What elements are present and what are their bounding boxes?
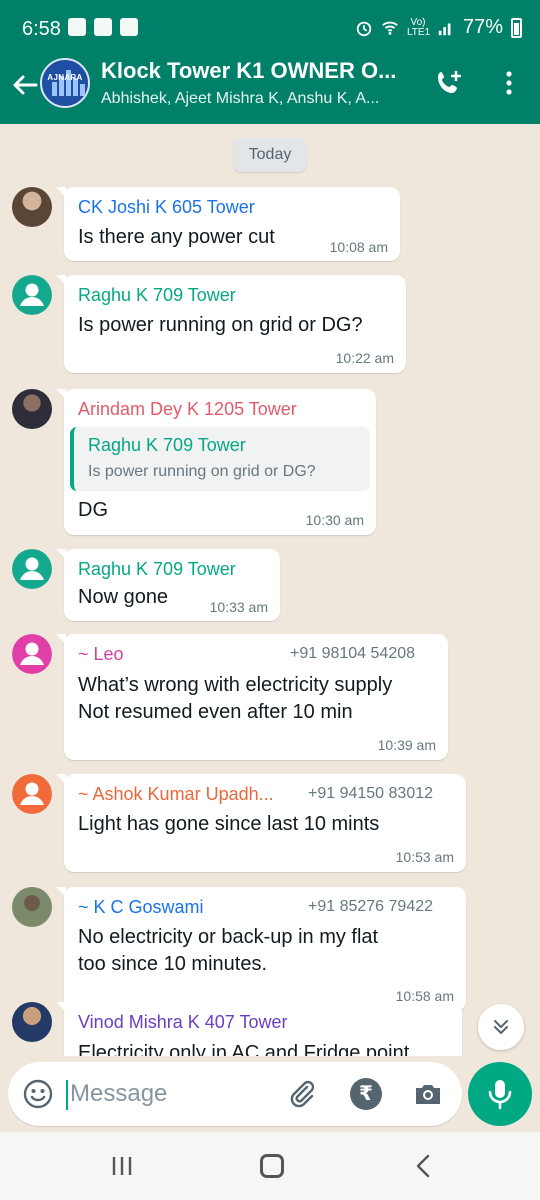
mic-button[interactable] — [468, 1062, 532, 1126]
chat-area[interactable]: Today CK Joshi K 605 Tower Is there any … — [0, 124, 540, 1056]
system-nav-bar — [0, 1132, 540, 1200]
avatar[interactable] — [12, 549, 52, 589]
message-bubble[interactable]: Vinod Mishra K 407 Tower Electricity onl… — [56, 1002, 462, 1056]
alarm-icon — [356, 21, 372, 36]
default-avatar-icon — [12, 634, 52, 674]
sender-phone[interactable]: +91 98104 54208 — [290, 645, 415, 663]
message-input[interactable] — [70, 1076, 270, 1112]
avatar[interactable] — [12, 774, 52, 814]
avatar[interactable] — [12, 1002, 52, 1042]
emoji-icon[interactable] — [22, 1078, 54, 1110]
back-arrow-icon[interactable] — [10, 70, 40, 100]
quoted-text: Is power running on grid or DG? — [88, 463, 316, 480]
quoted-sender: Raghu K 709 Tower — [88, 435, 246, 455]
message-text: Is there any power cut — [78, 226, 275, 248]
message-bubble[interactable]: ~ K C Goswami +91 85276 79422 No electri… — [56, 887, 466, 1011]
signal-icon — [438, 23, 451, 35]
top-bar: 6:58 Vo) LTE1 77% AJNARA Klock Tower K1 … — [0, 0, 540, 124]
text-cursor — [66, 1080, 68, 1110]
message-line: What’s wrong with electricity supply — [78, 674, 393, 696]
message-bubble[interactable]: Raghu K 709 Tower Now gone 10:33 am — [56, 549, 280, 621]
group-avatar-text: AJNARA — [47, 73, 83, 82]
snapchat-icon — [94, 18, 112, 36]
chat-title[interactable]: Klock Tower K1 OWNER O... — [101, 58, 421, 84]
sender-name[interactable]: Arindam Dey K 1205 Tower — [78, 399, 297, 420]
mail-icon — [120, 18, 138, 36]
sender-phone[interactable]: +91 94150 83012 — [308, 785, 433, 803]
battery-icon — [511, 17, 522, 38]
message-time: 10:33 am — [209, 599, 268, 615]
sender-name[interactable]: ~ Ashok Kumar Upadh... — [78, 784, 300, 805]
building-shape — [80, 84, 85, 96]
message-time: 10:39 am — [377, 737, 436, 753]
message-bubble[interactable]: Arindam Dey K 1205 Tower Raghu K 709 Tow… — [56, 389, 376, 535]
message-bubble[interactable]: CK Joshi K 605 Tower Is there any power … — [56, 187, 400, 261]
message-time: 10:53 am — [395, 849, 454, 865]
default-avatar-icon — [12, 275, 52, 315]
chat-header: AJNARA Klock Tower K1 OWNER O... Abhishe… — [0, 58, 540, 124]
avatar[interactable] — [12, 389, 52, 429]
avatar[interactable] — [12, 275, 52, 315]
rupee-icon[interactable]: ₹ — [350, 1078, 382, 1110]
message-text: Light has gone since last 10 mints — [78, 813, 380, 835]
message-text: DG — [78, 499, 108, 521]
composer-bar: ₹ — [0, 1056, 540, 1132]
chat-participants[interactable]: Abhishek, Ajeet Mishra K, Anshu K, A... — [101, 90, 421, 108]
message-text: Is power running on grid or DG? — [78, 314, 363, 336]
sender-name[interactable]: Raghu K 709 Tower — [78, 285, 236, 306]
message-text: Electricity only in AC and Fridge point — [78, 1042, 410, 1056]
wifi-icon — [382, 21, 398, 35]
message-bubble[interactable]: ~ Leo +91 98104 54208 What’s wrong with … — [56, 634, 448, 760]
telegram-icon — [68, 18, 86, 36]
default-avatar-icon — [12, 774, 52, 814]
group-avatar[interactable]: AJNARA — [40, 58, 90, 108]
avatar[interactable] — [12, 187, 52, 227]
quoted-message[interactable]: Raghu K 709 Tower Is power running on gr… — [70, 427, 370, 491]
sender-name[interactable]: ~ Leo — [78, 644, 258, 665]
menu-dots-icon[interactable] — [497, 68, 521, 98]
status-bar: 6:58 Vo) LTE1 77% — [0, 0, 540, 58]
home-icon[interactable] — [260, 1154, 284, 1178]
scroll-down-icon — [494, 1020, 508, 1034]
camera-icon[interactable] — [412, 1078, 444, 1110]
message-bubble[interactable]: ~ Ashok Kumar Upadh... +91 94150 83012 L… — [56, 774, 466, 872]
battery-percent: 77% — [462, 16, 503, 38]
network-label: Vo) LTE1 — [406, 16, 431, 38]
message-time: 10:22 am — [335, 350, 394, 366]
nav-back-icon[interactable] — [412, 1154, 436, 1178]
status-time: 6:58 — [22, 18, 61, 40]
message-time: 10:08 am — [329, 239, 388, 255]
add-call-icon[interactable] — [435, 68, 465, 98]
mic-icon — [488, 1080, 512, 1110]
building-shape — [52, 82, 57, 96]
status-notification-icons — [68, 18, 138, 36]
avatar[interactable] — [12, 634, 52, 674]
message-time: 10:30 am — [305, 512, 364, 528]
message-line: Not resumed even after 10 min — [78, 701, 353, 723]
sender-name[interactable]: Raghu K 709 Tower — [78, 559, 236, 580]
message-line: No electricity or back-up in my flat — [78, 926, 379, 948]
scroll-down-button[interactable] — [478, 1004, 524, 1050]
sender-name[interactable]: Vinod Mishra K 407 Tower — [78, 1012, 287, 1033]
message-input-container[interactable]: ₹ — [8, 1062, 462, 1126]
message-line: too since 10 minutes. — [78, 953, 267, 975]
date-chip: Today — [233, 138, 307, 172]
status-right: Vo) LTE1 77% — [355, 16, 522, 39]
message-bubble[interactable]: Raghu K 709 Tower Is power running on gr… — [56, 275, 406, 373]
sender-name[interactable]: ~ K C Goswami — [78, 897, 298, 918]
avatar[interactable] — [12, 887, 52, 927]
message-text: Now gone — [78, 586, 169, 608]
attach-icon[interactable] — [286, 1078, 318, 1110]
sender-phone[interactable]: +91 85276 79422 — [308, 898, 433, 916]
recents-icon[interactable] — [110, 1154, 134, 1178]
sender-name[interactable]: CK Joshi K 605 Tower — [78, 197, 255, 218]
default-avatar-icon — [12, 549, 52, 589]
